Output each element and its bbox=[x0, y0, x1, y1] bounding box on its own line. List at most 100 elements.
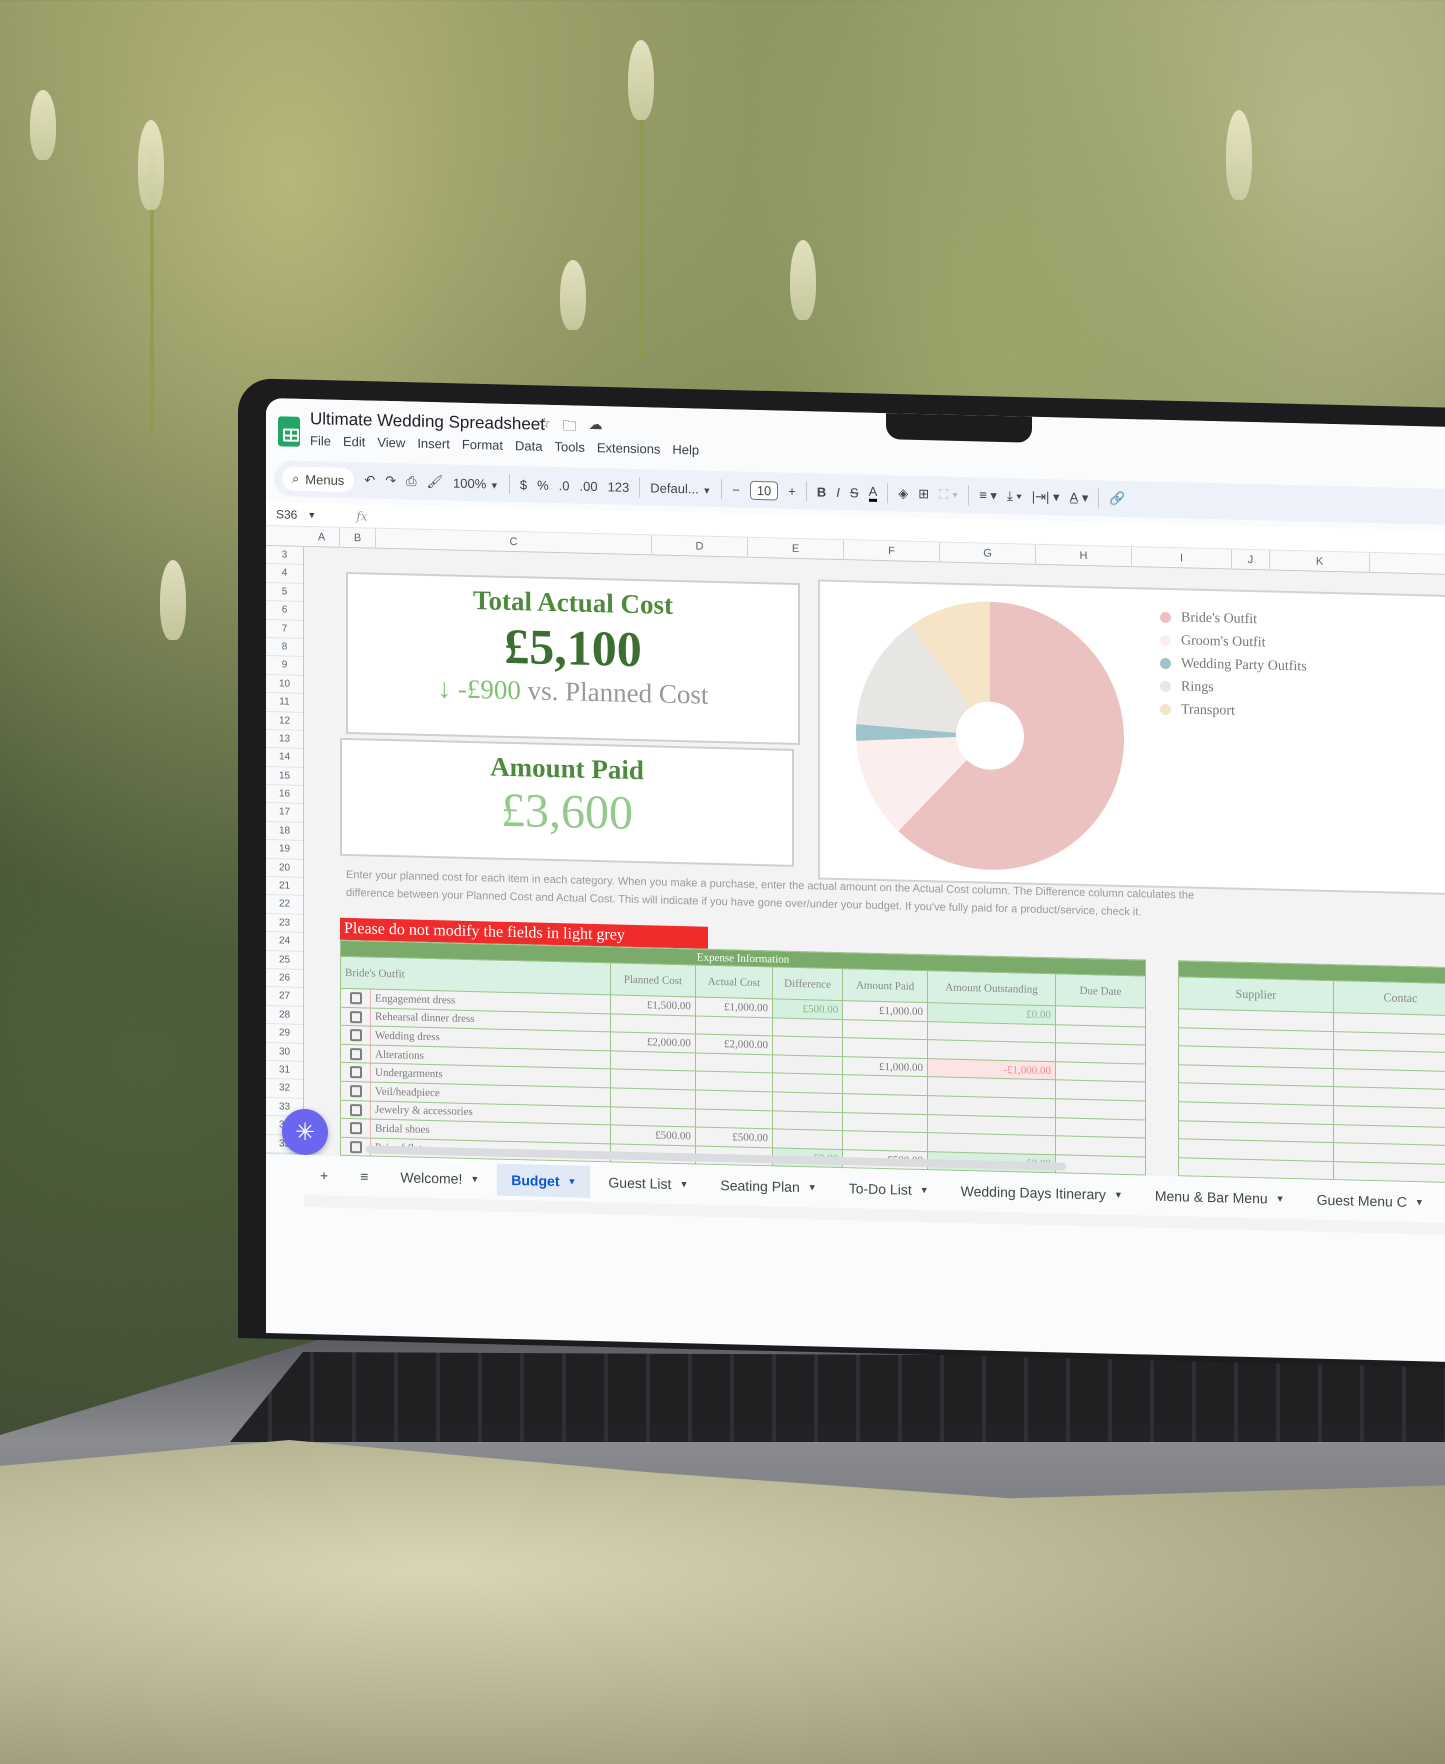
amount-paid-cell[interactable] bbox=[842, 1112, 928, 1133]
text-rotation-icon[interactable]: A̲ ▾ bbox=[1070, 490, 1089, 506]
chevron-down-icon[interactable]: ▼ bbox=[567, 1176, 576, 1186]
amount-paid-cell[interactable] bbox=[842, 1037, 928, 1059]
sheet-tab[interactable]: Welcome! ▼ bbox=[386, 1161, 493, 1196]
column-header-f[interactable]: F bbox=[844, 540, 940, 563]
row-header[interactable]: 18 bbox=[266, 821, 303, 842]
menu-format[interactable]: Format bbox=[462, 437, 503, 453]
column-header-b[interactable]: B bbox=[340, 527, 376, 549]
amount-paid-cell[interactable]: £1,000.00 bbox=[842, 1000, 928, 1022]
amount-paid-cell[interactable] bbox=[842, 1130, 928, 1152]
sheet-tab[interactable]: Menu & Bar Menu ▼ bbox=[1141, 1179, 1299, 1215]
planned-cost-cell[interactable] bbox=[610, 1106, 696, 1128]
move-folder-icon[interactable]: 🗀 bbox=[563, 415, 577, 439]
actual-cost-cell[interactable]: £2,000.00 bbox=[695, 1034, 773, 1055]
paid-checkbox-cell[interactable] bbox=[340, 1006, 371, 1027]
column-header-d[interactable]: D bbox=[652, 535, 748, 558]
due-date-cell[interactable] bbox=[1055, 1024, 1146, 1046]
add-sheet-button[interactable]: + bbox=[306, 1159, 342, 1192]
document-title[interactable]: Ultimate Wedding Spreadsheet bbox=[310, 409, 545, 435]
column-header-h[interactable]: H bbox=[1036, 544, 1132, 568]
sheets-logo-icon[interactable] bbox=[278, 416, 300, 447]
paid-checkbox[interactable] bbox=[349, 1122, 362, 1135]
font-size-input[interactable]: 10 bbox=[749, 480, 779, 501]
row-header[interactable]: 28 bbox=[266, 1005, 303, 1026]
actual-cost-cell[interactable] bbox=[695, 1108, 773, 1130]
name-box[interactable]: S36 bbox=[276, 507, 297, 522]
gemini-assistant-button[interactable]: ✳ bbox=[282, 1108, 328, 1156]
row-header[interactable]: 23 bbox=[266, 913, 303, 934]
italic-button[interactable]: I bbox=[836, 484, 840, 499]
paint-format-icon[interactable]: 🖌 bbox=[427, 474, 444, 490]
row-header[interactable]: 5 bbox=[266, 582, 303, 603]
all-sheets-menu-icon[interactable]: ≡ bbox=[346, 1160, 382, 1193]
row-header[interactable]: 11 bbox=[266, 693, 303, 713]
due-date-cell[interactable] bbox=[1055, 1005, 1146, 1027]
chevron-down-icon[interactable]: ▼ bbox=[470, 1174, 479, 1184]
bold-button[interactable]: B bbox=[817, 484, 826, 499]
menu-insert[interactable]: Insert bbox=[417, 436, 450, 452]
row-header[interactable]: 7 bbox=[266, 619, 303, 639]
row-header[interactable]: 20 bbox=[266, 858, 303, 878]
cloud-status-icon[interactable]: ☁ bbox=[589, 416, 603, 440]
paid-checkbox[interactable] bbox=[349, 1047, 362, 1061]
chevron-down-icon[interactable]: ▼ bbox=[1276, 1194, 1285, 1204]
amount-paid-cell[interactable] bbox=[842, 1019, 928, 1040]
paid-checkbox[interactable] bbox=[349, 1029, 362, 1042]
column-header-e[interactable]: E bbox=[748, 537, 844, 561]
column-header-i[interactable]: I bbox=[1132, 547, 1232, 570]
planned-cost-cell[interactable]: £500.00 bbox=[610, 1125, 696, 1146]
menu-help[interactable]: Help bbox=[672, 442, 699, 458]
paid-checkbox[interactable] bbox=[349, 992, 362, 1005]
row-header[interactable]: 4 bbox=[266, 564, 303, 584]
column-header-a[interactable]: A bbox=[304, 526, 340, 548]
search-menus-input[interactable]: ⌕ Menus bbox=[282, 466, 355, 493]
row-header[interactable]: 26 bbox=[266, 968, 303, 989]
actual-cost-cell[interactable]: £1,000.00 bbox=[695, 996, 773, 1018]
row-header[interactable]: 21 bbox=[266, 877, 303, 897]
insert-link-icon[interactable]: 🔗 bbox=[1109, 491, 1125, 507]
planned-cost-cell[interactable] bbox=[610, 1013, 696, 1035]
row-header[interactable]: 3 bbox=[266, 546, 303, 566]
row-header[interactable]: 22 bbox=[266, 895, 303, 915]
row-header[interactable]: 6 bbox=[266, 601, 303, 621]
strikethrough-button[interactable]: S bbox=[850, 485, 859, 500]
actual-cost-cell[interactable]: £500.00 bbox=[695, 1127, 773, 1148]
sheet-tab[interactable]: Guest Menu C ▼ bbox=[1303, 1183, 1438, 1218]
currency-format-button[interactable]: $ bbox=[520, 477, 527, 492]
menu-file[interactable]: File bbox=[310, 433, 331, 449]
row-header[interactable]: 24 bbox=[266, 932, 303, 952]
row-header[interactable]: 27 bbox=[266, 987, 303, 1007]
row-header[interactable]: 8 bbox=[266, 637, 303, 658]
paid-checkbox-cell[interactable] bbox=[340, 1118, 371, 1138]
due-date-cell[interactable] bbox=[1055, 1042, 1146, 1064]
sheet-tab[interactable]: To-Do List ▼ bbox=[835, 1172, 943, 1207]
undo-icon[interactable]: ↶ bbox=[364, 472, 375, 488]
paid-checkbox[interactable] bbox=[349, 1066, 362, 1079]
planned-cost-cell[interactable] bbox=[610, 1050, 696, 1072]
redo-icon[interactable]: ↷ bbox=[385, 473, 396, 489]
paid-checkbox-cell[interactable] bbox=[340, 1081, 371, 1101]
row-header[interactable]: 17 bbox=[266, 803, 303, 823]
column-header-k[interactable]: K bbox=[1270, 550, 1370, 573]
amount-paid-cell[interactable]: £1,000.00 bbox=[842, 1056, 928, 1078]
due-date-cell[interactable] bbox=[1055, 1117, 1146, 1139]
more-formats-button[interactable]: 123 bbox=[608, 479, 630, 495]
menu-view[interactable]: View bbox=[377, 435, 405, 451]
row-header[interactable]: 15 bbox=[266, 766, 303, 786]
column-header-g[interactable]: G bbox=[940, 542, 1036, 565]
sheet-tab[interactable]: Wedding Days Itinerary ▼ bbox=[947, 1175, 1137, 1212]
due-date-cell[interactable] bbox=[1055, 1080, 1146, 1101]
paid-checkbox[interactable] bbox=[349, 1103, 362, 1116]
paid-checkbox-cell[interactable] bbox=[340, 1044, 371, 1064]
paid-checkbox-cell[interactable] bbox=[340, 988, 371, 1008]
amount-paid-cell[interactable] bbox=[842, 1074, 928, 1096]
chevron-down-icon[interactable]: ▼ bbox=[1415, 1197, 1424, 1207]
due-date-cell[interactable] bbox=[1055, 1098, 1146, 1120]
decrease-font-size-button[interactable]: − bbox=[732, 482, 740, 497]
paid-checkbox-cell[interactable] bbox=[340, 1099, 371, 1120]
menu-extensions[interactable]: Extensions bbox=[597, 440, 661, 457]
increase-decimal-button[interactable]: .00 bbox=[579, 478, 597, 493]
star-icon[interactable]: ☆ bbox=[538, 415, 551, 439]
print-icon[interactable]: ⎙ bbox=[406, 473, 416, 489]
menu-tools[interactable]: Tools bbox=[554, 439, 584, 455]
